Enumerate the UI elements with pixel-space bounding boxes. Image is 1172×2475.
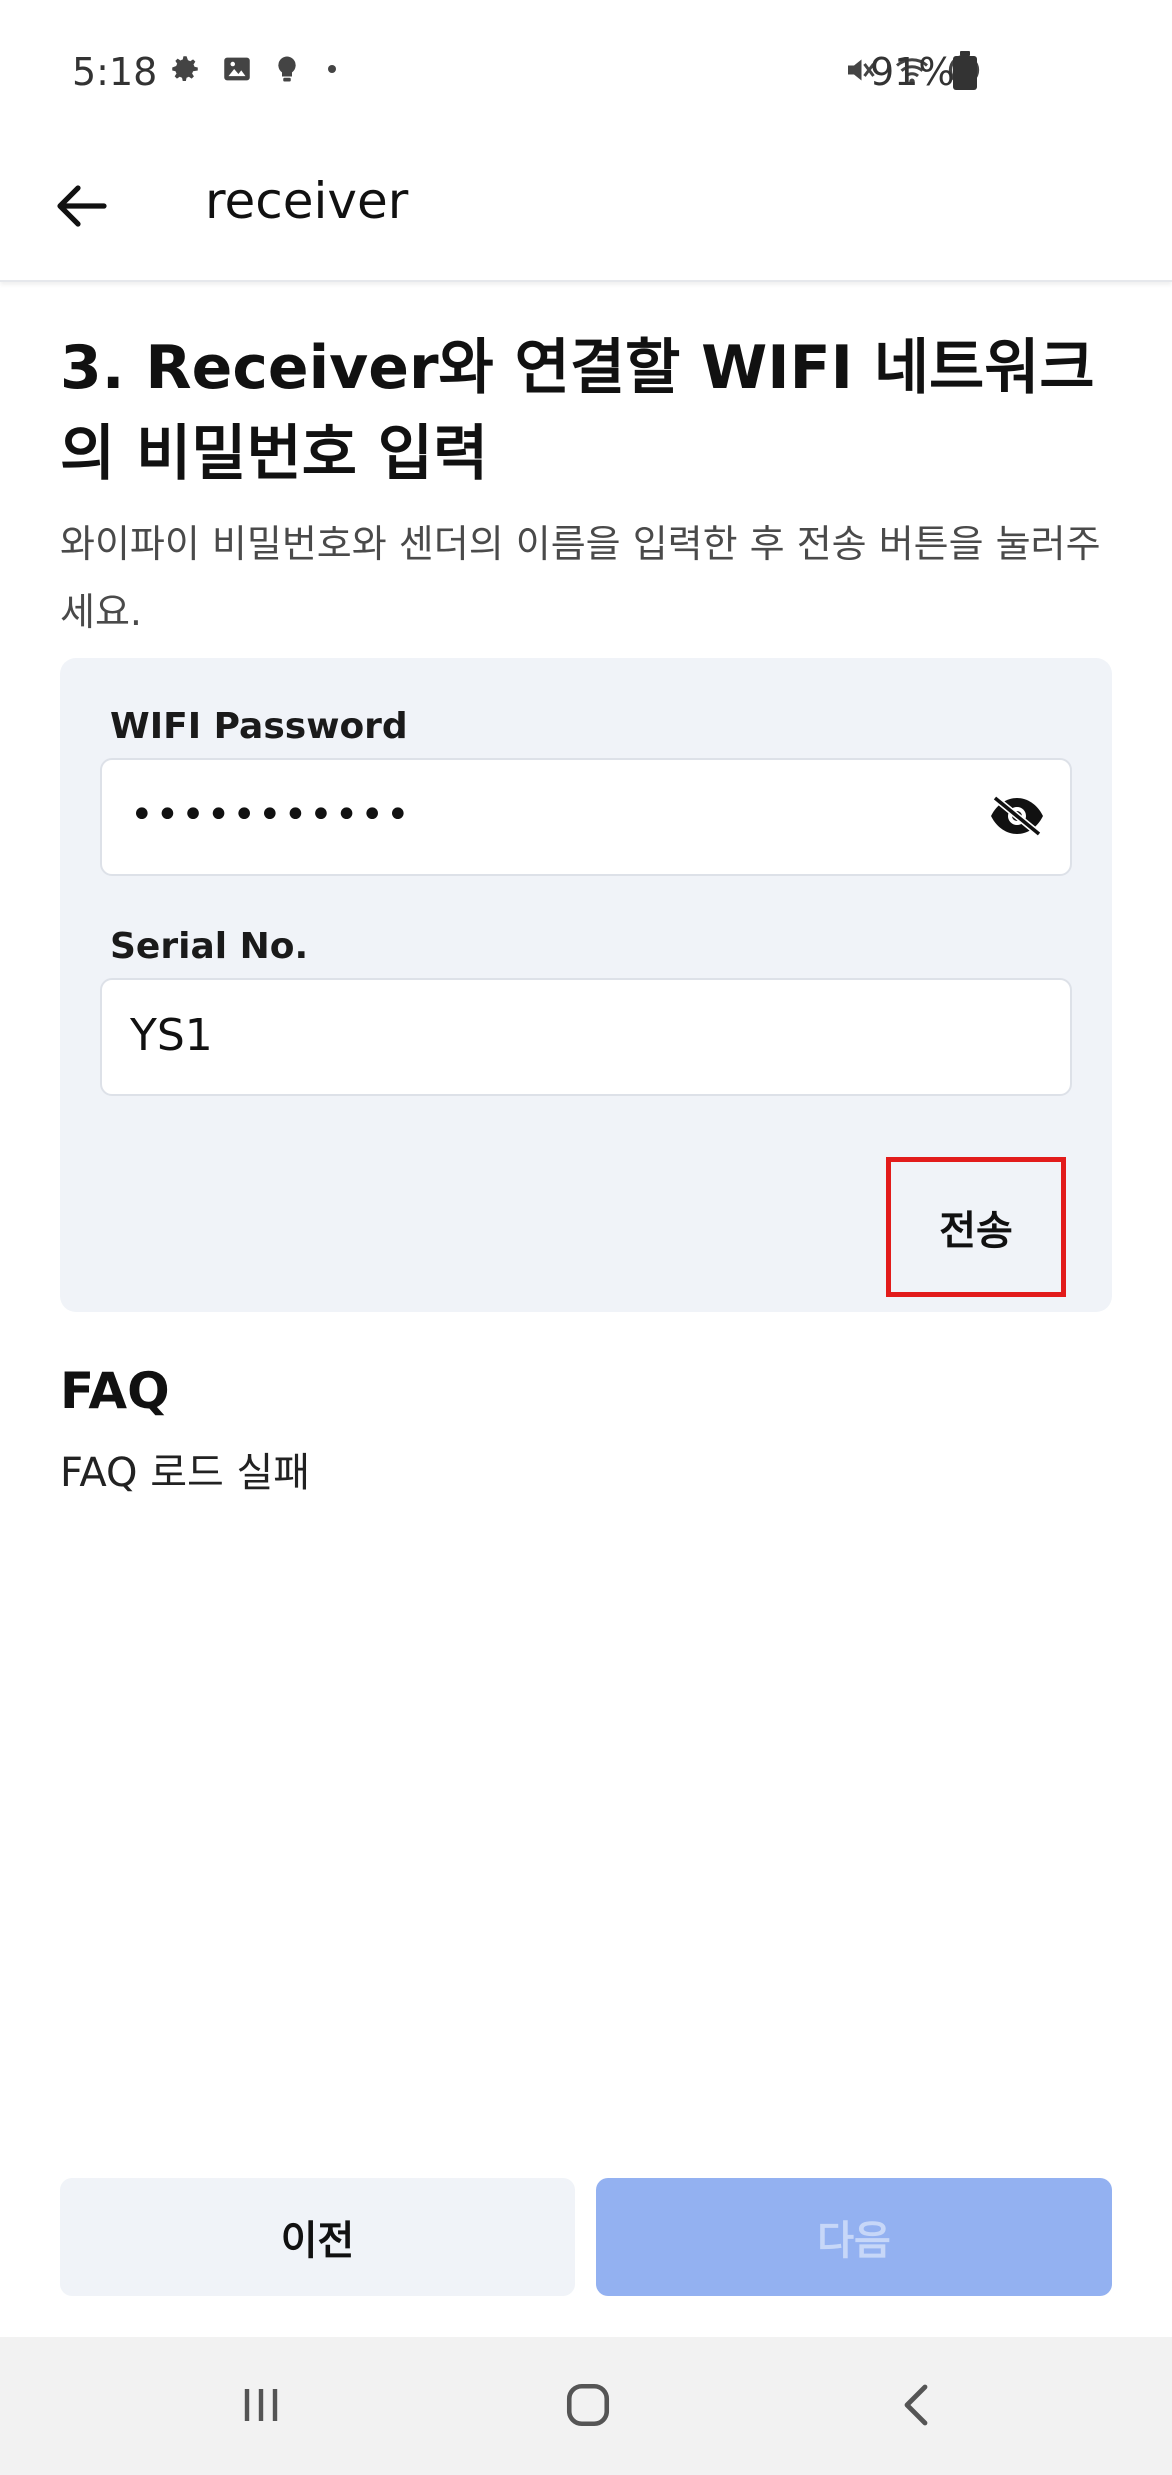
- home-button[interactable]: [538, 2367, 638, 2447]
- gear-icon: [168, 52, 202, 90]
- faq-status-text: FAQ 로드 실패: [60, 1450, 311, 1496]
- eye-off-icon: [989, 794, 1045, 842]
- app-bar: receiver: [0, 148, 1172, 282]
- serial-value: YS1: [130, 1010, 213, 1061]
- next-button[interactable]: 다음: [596, 2178, 1112, 2296]
- password-field[interactable]: •••••••••••: [100, 758, 1072, 876]
- password-value: •••••••••••: [130, 792, 412, 838]
- serial-label: Serial No.: [110, 926, 309, 967]
- home-icon: [563, 2380, 613, 2434]
- recent-apps-icon: [237, 2383, 285, 2431]
- arrow-left-icon: [56, 184, 108, 232]
- prev-button[interactable]: 이전: [60, 2178, 575, 2296]
- faq-title: FAQ: [60, 1362, 170, 1420]
- wifi-form-card: WIFI Password ••••••••••• Serial No. YS1…: [60, 658, 1112, 1312]
- back-button[interactable]: [50, 176, 114, 240]
- recent-apps-button[interactable]: [211, 2367, 311, 2447]
- bulb-icon: [272, 52, 302, 90]
- serial-field[interactable]: YS1: [100, 978, 1072, 1096]
- status-icons-left: [168, 52, 344, 90]
- system-back-button[interactable]: [867, 2367, 967, 2447]
- system-nav-bar: [0, 2337, 1172, 2475]
- password-label: WIFI Password: [110, 706, 408, 747]
- dot-icon: [320, 52, 344, 90]
- send-button[interactable]: 전송: [886, 1157, 1066, 1297]
- image-icon: [220, 52, 254, 90]
- status-bar: 5:18 91%: [0, 0, 1172, 148]
- chevron-left-icon: [897, 2380, 937, 2434]
- battery-percent: 91%: [870, 50, 955, 94]
- step-description: 와이파이 비밀번호와 센더의 이름을 입력한 후 전송 버튼을 눌러주세요.: [60, 522, 1101, 634]
- page-title: 3. Receiver와 연결할 WIFI 네트워크의 비밀번호 입력: [60, 333, 1095, 489]
- toggle-password-visibility-button[interactable]: [986, 790, 1048, 846]
- battery-icon: [953, 51, 977, 90]
- status-time: 5:18: [72, 50, 158, 94]
- app-title: receiver: [205, 172, 409, 230]
